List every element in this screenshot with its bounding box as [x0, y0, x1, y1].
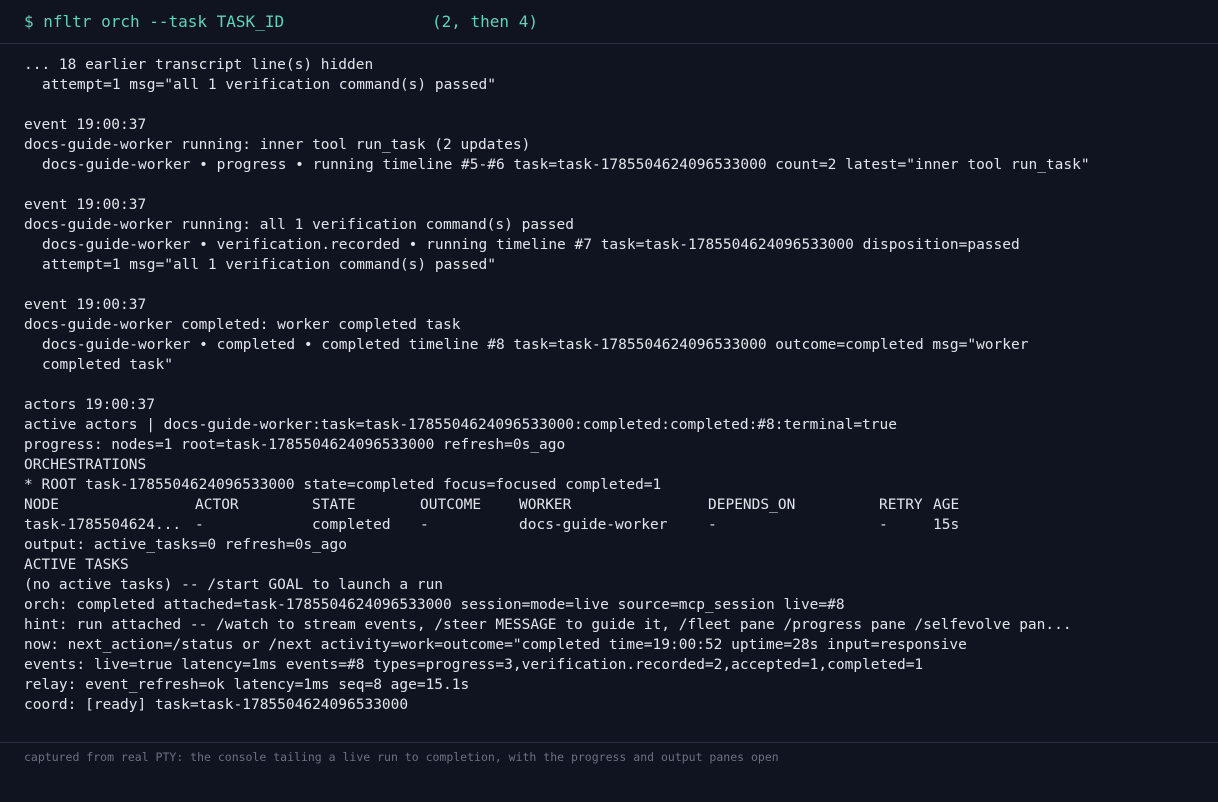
cell-age: 15s: [933, 517, 960, 533]
cell-worker: docs-guide-worker: [519, 517, 668, 533]
col-node-header: NODE: [24, 497, 59, 513]
status-line: hint: run attached -- /watch to stream e…: [24, 617, 1072, 633]
transcript-line: * ROOT task-1785504624096533000 state=co…: [24, 477, 662, 493]
transcript-line: actors 19:00:37: [24, 397, 155, 413]
terminal-header: $ nfltr orch --task TASK_ID (2, then 4): [0, 0, 1218, 44]
col-state-header: STATE: [312, 497, 356, 513]
status-lines: output: active_tasks=0 refresh=0s_ago ACT…: [24, 535, 1194, 715]
transcript-line: progress: nodes=1 root=task-178550462409…: [24, 437, 566, 453]
cell-actor: -: [195, 517, 204, 533]
col-worker-header: WORKER: [519, 497, 572, 513]
command-note: (2, then 4): [432, 12, 538, 31]
transcript-line: docs-guide-worker • completed • complete…: [42, 337, 1029, 353]
cell-node: task-1785504624...: [24, 517, 182, 533]
col-age-header: AGE: [933, 497, 960, 513]
transcript-line: attempt=1 msg="all 1 verification comman…: [42, 257, 496, 273]
status-line: relay: event_refresh=ok latency=1ms seq=…: [24, 677, 470, 693]
status-line: coord: [ready] task=task-178550462409653…: [24, 697, 409, 713]
transcript-line: docs-guide-worker • progress • running t…: [42, 157, 1090, 173]
col-actor-header: ACTOR: [195, 497, 239, 513]
status-line: orch: completed attached=task-1785504624…: [24, 597, 845, 613]
cell-outcome: -: [420, 517, 429, 533]
col-retry-header: RETRY: [879, 497, 923, 513]
prompt-line[interactable]: >: [24, 715, 1194, 735]
table-row: task-1785504624... - completed - docs-gu…: [24, 515, 1194, 535]
transcript-lines: ... 18 earlier transcript line(s) hidden…: [24, 55, 1194, 495]
status-line: ACTIVE TASKS: [24, 557, 129, 573]
transcript-line: docs-guide-worker completed: worker comp…: [24, 317, 461, 333]
terminal-output: ... 18 earlier transcript line(s) hidden…: [0, 44, 1218, 742]
transcript-line: event 19:00:37: [24, 297, 147, 313]
transcript-line: docs-guide-worker running: all 1 verific…: [24, 217, 574, 233]
status-line: output: active_tasks=0 refresh=0s_ago: [24, 537, 348, 553]
col-outcome-header: OUTCOME: [420, 497, 482, 513]
cell-depends: -: [708, 517, 717, 533]
transcript-line: active actors | docs-guide-worker:task=t…: [24, 417, 897, 433]
cell-state: completed: [312, 517, 391, 533]
transcript-line: event 19:00:37: [24, 197, 147, 213]
transcript-line: event 19:00:37: [24, 117, 147, 133]
cell-retry: -: [879, 517, 888, 533]
transcript-line: docs-guide-worker running: inner tool ru…: [24, 137, 531, 153]
caption: captured from real PTY: the console tail…: [0, 742, 1218, 800]
status-line: now: next_action=/status or /next activi…: [24, 637, 967, 653]
command-title: $ nfltr orch --task TASK_ID: [24, 12, 285, 31]
table-header-row: NODE ACTOR STATE OUTCOME WORKER DEPENDS_…: [24, 495, 1194, 515]
transcript-line: ORCHESTRATIONS: [24, 457, 147, 473]
transcript-line: attempt=1 msg="all 1 verification comman…: [42, 77, 496, 93]
status-line: events: live=true latency=1ms events=#8 …: [24, 657, 924, 673]
col-depends-header: DEPENDS_ON: [708, 497, 796, 513]
status-line: (no active tasks) -- /start GOAL to laun…: [24, 577, 444, 593]
transcript-line: docs-guide-worker • verification.recorde…: [42, 237, 1020, 253]
transcript-line: ... 18 earlier transcript line(s) hidden: [24, 57, 374, 73]
transcript-line: completed task": [42, 357, 173, 373]
